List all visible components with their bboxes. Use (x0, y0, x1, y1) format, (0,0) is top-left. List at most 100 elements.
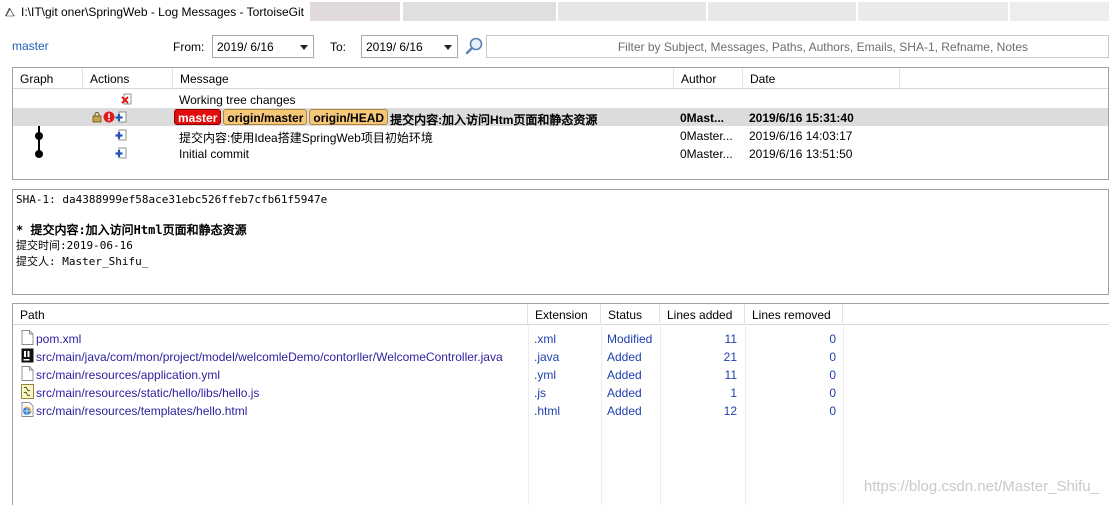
log-author: 0Mast... (680, 111, 725, 125)
commit-body-line: 提交时间:2019-06-16 (16, 239, 133, 252)
column-date[interactable]: Date (743, 68, 900, 89)
log-message: Working tree changes (179, 93, 296, 107)
file-extension: .html (534, 404, 561, 418)
to-label: To: (330, 40, 347, 54)
window-title: I:\IT\git oner\SpringWeb - Log Messages … (21, 5, 305, 19)
log-row-selected[interactable]: master origin/master origin/HEAD 提交内容:加入访问H… (13, 108, 1108, 127)
file-extension: .yml (534, 368, 556, 382)
tortoisegit-app-icon (5, 8, 15, 17)
log-row[interactable]: 提交内容:使用Idea搭建SpringWeb项目初始环境 0Master... … (13, 126, 1108, 145)
column-graph[interactable]: Graph (13, 68, 83, 89)
log-row[interactable]: Initial commit 0Master... 2019/6/16 13:5… (13, 144, 1108, 162)
log-message: master origin/master origin/HEAD 提交内容:加入访问H… (174, 108, 598, 127)
log-list: Graph Actions Message Author Date Workin… (12, 67, 1109, 180)
file-lines-removed: 0 (829, 386, 836, 400)
file-path: src/main/resources/static/hello/libs/hel… (36, 386, 260, 400)
current-branch-link[interactable]: master (12, 39, 49, 53)
blurred-area (403, 2, 556, 21)
file-row[interactable]: src/main/resources/application.yml .yml … (13, 365, 1109, 383)
log-message: Initial commit (179, 147, 250, 161)
from-label: From: (173, 40, 205, 54)
files-list-header: Path Extension Status Lines added Lines … (13, 304, 1109, 325)
added-file-icon (115, 111, 127, 123)
file-lines-removed: 0 (829, 332, 836, 346)
to-date-picker[interactable]: 2019/ 6/16 (361, 35, 458, 58)
file-path: pom.xml (36, 332, 82, 346)
chevron-down-icon[interactable] (444, 45, 452, 50)
intellij-file-icon (21, 348, 34, 363)
file-status: Modified (607, 332, 653, 346)
from-date-value: 2019/ 6/16 (217, 40, 274, 54)
file-status: Added (607, 368, 642, 382)
column-status[interactable]: Status (601, 304, 660, 325)
column-lines-removed[interactable]: Lines removed (745, 304, 843, 325)
chevron-down-icon[interactable] (300, 45, 308, 50)
error-icon (103, 111, 115, 123)
commit-sha: SHA-1: da4388999ef58ace31ebc526ffeb7cfb6… (16, 193, 328, 206)
lock-icon (92, 112, 102, 123)
commit-body-line: 提交人: Master_Shifu_ (16, 255, 149, 268)
file-row[interactable]: pom.xml .xml Modified 11 0 (13, 329, 1109, 347)
blank-file-icon (21, 366, 34, 381)
column-author[interactable]: Author (674, 68, 743, 89)
column-extension[interactable]: Extension (528, 304, 601, 325)
log-date: 2019/6/16 14:03:17 (749, 129, 853, 143)
branch-tag-remote[interactable]: origin/HEAD (309, 109, 389, 125)
column-lines-added[interactable]: Lines added (660, 304, 745, 325)
commit-message-panel[interactable]: SHA-1: da4388999ef58ace31ebc526ffeb7cfb6… (12, 189, 1109, 295)
file-extension: .js (534, 386, 546, 400)
log-date: 2019/6/16 13:51:50 (749, 147, 853, 161)
file-lines-removed: 0 (829, 350, 836, 364)
html-file-icon (21, 402, 34, 417)
column-path[interactable]: Path (13, 304, 528, 325)
file-lines-added: 11 (724, 368, 737, 382)
file-path: src/main/resources/application.yml (36, 368, 221, 382)
file-status: Added (607, 350, 642, 364)
log-date: 2019/6/16 15:31:40 (749, 111, 854, 125)
blurred-area (708, 2, 856, 21)
filter-input[interactable]: Filter by Subject, Messages, Paths, Auth… (486, 35, 1109, 58)
column-message[interactable]: Message (173, 68, 674, 89)
changed-files-list: Path Extension Status Lines added Lines … (12, 303, 1109, 505)
to-date-value: 2019/ 6/16 (366, 40, 423, 54)
file-lines-added: 1 (730, 386, 737, 400)
watermark: https://blog.csdn.net/Master_Shifu_ (863, 478, 1099, 495)
branch-tag-local[interactable]: master (174, 109, 222, 125)
deleted-file-icon (121, 93, 132, 105)
file-lines-added: 12 (723, 404, 737, 418)
search-icon[interactable] (462, 35, 486, 58)
title-bar: I:\IT\git oner\SpringWeb - Log Messages … (0, 0, 1109, 24)
commit-subject: * 提交内容:加入访问Html页面和静态资源 (16, 223, 247, 237)
log-message: 提交内容:使用Idea搭建SpringWeb项目初始环境 (179, 131, 433, 145)
file-extension: .java (534, 350, 560, 364)
file-lines-added: 11 (724, 332, 737, 346)
from-date-picker[interactable]: 2019/ 6/16 (212, 35, 314, 58)
file-row[interactable]: src/main/java/com/mon/project/model/welc… (13, 347, 1109, 365)
file-lines-added: 21 (723, 350, 737, 364)
blurred-area (1010, 2, 1109, 21)
log-row[interactable]: Working tree changes (13, 90, 1108, 108)
blurred-area (858, 2, 1008, 21)
branch-tag-remote[interactable]: origin/master (223, 109, 308, 125)
file-status: Added (607, 404, 642, 418)
file-status: Added (607, 386, 642, 400)
log-list-header: Graph Actions Message Author Date (13, 68, 1108, 89)
script-file-icon (21, 384, 34, 399)
blank-file-icon (21, 330, 34, 345)
blurred-area (558, 2, 706, 21)
added-file-icon (115, 147, 127, 159)
blurred-area (310, 2, 400, 21)
file-lines-removed: 0 (829, 404, 836, 418)
file-lines-removed: 0 (829, 368, 836, 382)
added-file-icon (115, 129, 127, 141)
log-author: 0Master... (680, 147, 733, 161)
file-path: src/main/resources/templates/hello.html (36, 404, 248, 418)
file-path: src/main/java/com/mon/project/model/welc… (36, 350, 503, 364)
log-author: 0Master... (680, 129, 733, 143)
file-extension: .xml (534, 332, 556, 346)
file-row[interactable]: src/main/resources/static/hello/libs/hel… (13, 383, 1109, 401)
column-actions[interactable]: Actions (83, 68, 173, 89)
log-message-text: 提交内容:加入访问Htm页面和静态资源 (390, 113, 598, 127)
file-row[interactable]: src/main/resources/templates/hello.html … (13, 401, 1109, 419)
filter-toolbar: master From: 2019/ 6/16 To: 2019/ 6/16 F… (0, 30, 1109, 64)
